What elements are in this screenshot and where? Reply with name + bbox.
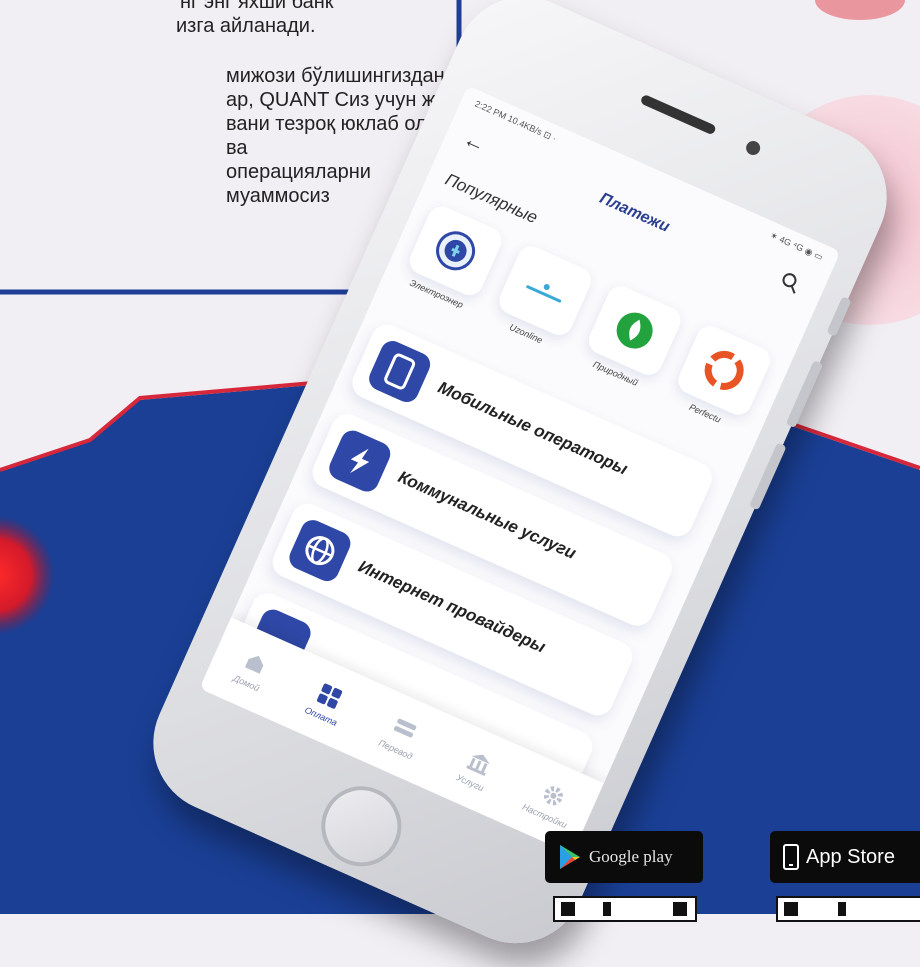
tab-settings[interactable]: Настройки	[511, 770, 591, 835]
google-play-qr	[553, 896, 697, 922]
grid-icon	[317, 683, 343, 709]
uzonline-logo-icon	[526, 284, 562, 303]
tab-payment[interactable]: Оплата	[287, 670, 367, 735]
intro-line-2: изга айланади.	[176, 15, 316, 37]
speaker	[639, 93, 717, 136]
pink-circle-top	[815, 0, 905, 20]
mobile-phone-icon	[384, 353, 416, 390]
globe-icon	[305, 536, 335, 566]
app-store-badge[interactable]: App Store	[770, 831, 920, 883]
camera	[743, 138, 763, 158]
popular-item-perfectum[interactable]: Perfectu	[665, 320, 778, 435]
electricity-logo-icon	[436, 231, 476, 271]
lightning-icon	[350, 448, 370, 474]
popular-item-electricity[interactable]: Электроэнер	[396, 201, 509, 316]
google-play-label: Google play	[589, 847, 673, 866]
perfectum-logo-icon	[704, 350, 744, 390]
bank-icon	[465, 754, 490, 776]
phone-outline-icon	[783, 844, 799, 870]
transfer-icon	[393, 718, 417, 738]
tab-services[interactable]: Услуги	[436, 737, 516, 802]
app-store-label: App Store	[806, 845, 895, 868]
google-play-badge[interactable]: Google play	[545, 831, 703, 883]
google-play-icon	[560, 845, 580, 869]
popular-item-uzonline[interactable]: Uzonline	[486, 241, 599, 356]
gear-icon	[544, 786, 564, 806]
natural-gas-logo-icon	[616, 312, 653, 349]
tab-transfer[interactable]: Перевод	[362, 703, 442, 768]
app-store-qr	[776, 896, 920, 922]
home-button[interactable]	[308, 773, 415, 880]
tab-home[interactable]: Домой	[212, 637, 292, 702]
home-icon	[244, 655, 264, 674]
popular-item-gas[interactable]: Природный	[575, 281, 688, 396]
intro-line-1: нг энг яхши банк	[180, 0, 334, 13]
